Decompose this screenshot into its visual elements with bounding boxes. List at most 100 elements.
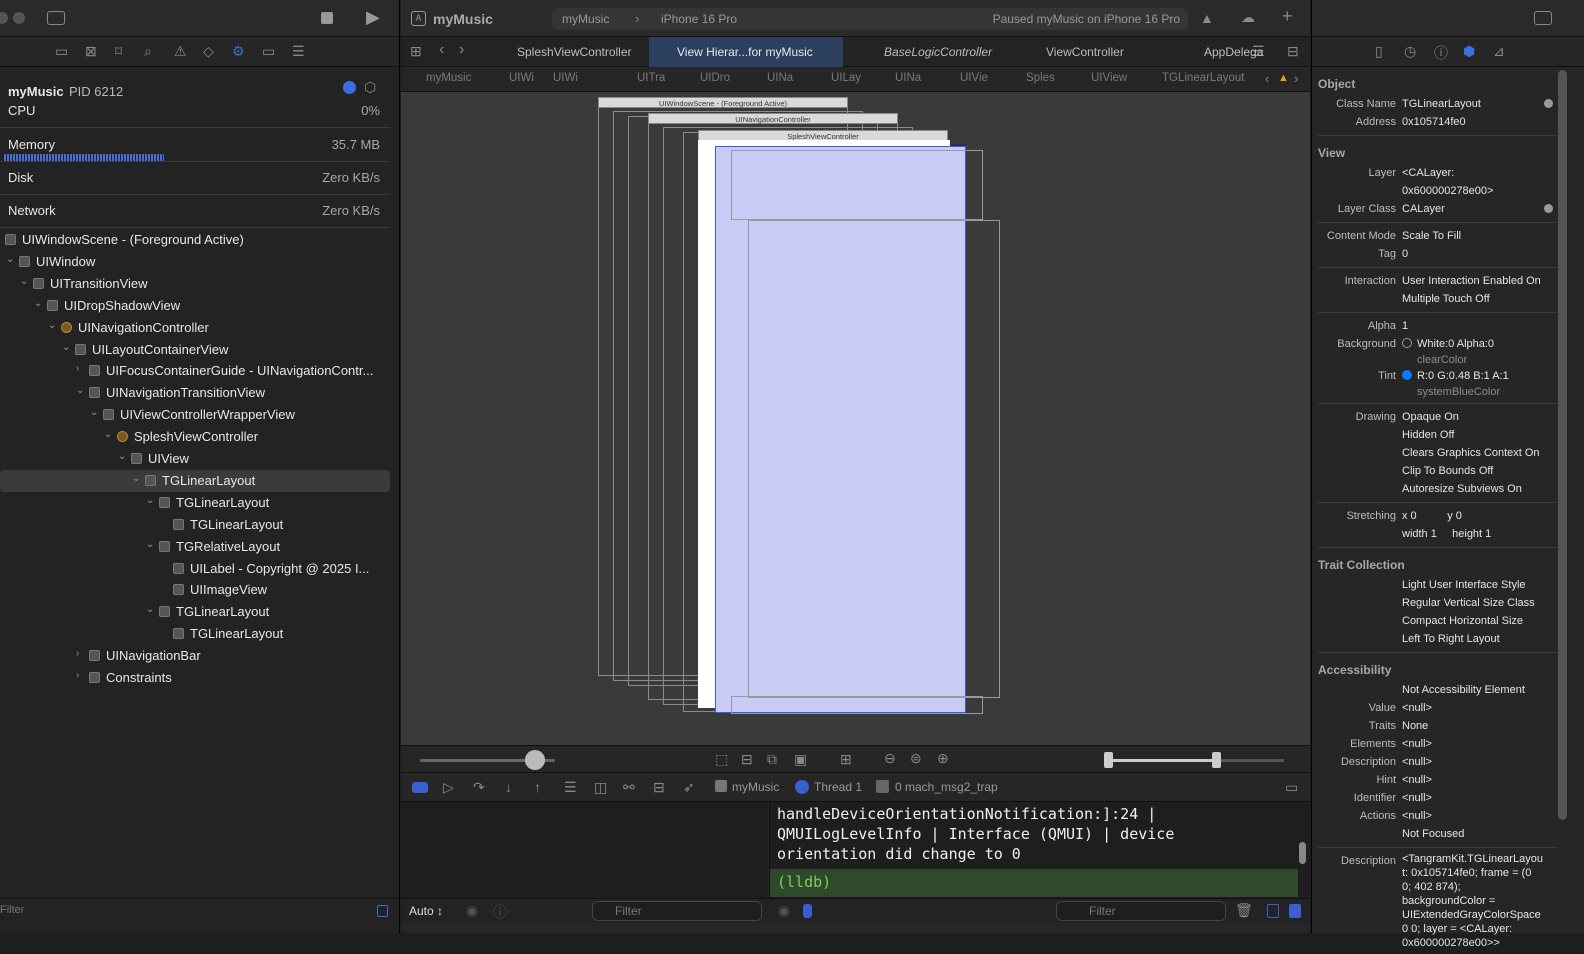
tree-row[interactable]: ⌄ UINavigationController: [0, 317, 390, 339]
chevron-down-icon[interactable]: ⌄: [146, 604, 154, 615]
breadcrumb-item[interactable]: UIVie: [960, 72, 988, 84]
tint-color-swatch[interactable]: [1402, 370, 1412, 380]
breadcrumb-item[interactable]: UIView: [1091, 72, 1127, 84]
tree-row[interactable]: ⌄ UINavigationTransitionView: [0, 382, 390, 404]
chevron-down-icon[interactable]: ⌄: [146, 539, 154, 550]
hide-debug-area-icon[interactable]: ▭: [1285, 779, 1298, 796]
info-icon[interactable]: [343, 81, 356, 94]
memory-gauge[interactable]: Memory 35.7 MB: [0, 130, 390, 162]
inspector-scrollbar[interactable]: [1558, 70, 1567, 820]
chevron-down-icon[interactable]: ⌄: [90, 407, 98, 418]
breadcrumb-item[interactable]: UILay: [831, 72, 861, 84]
process-crumb[interactable]: myMusic: [732, 780, 779, 794]
breadcrumb-item[interactable]: Sples: [1026, 72, 1055, 84]
row-value[interactable]: White:0 Alpha:0 clearColor: [1402, 335, 1557, 367]
next-issue-icon[interactable]: ›: [1294, 71, 1298, 86]
view-mode-icon[interactable]: ⧉: [767, 751, 777, 768]
tree-row[interactable]: › Constraints: [0, 667, 390, 689]
go-to-arrow-icon[interactable]: [1544, 99, 1553, 108]
tree-row[interactable]: ⌄ SpleshViewController: [0, 426, 390, 448]
breakpoints-toggle-icon[interactable]: [412, 782, 428, 793]
row-value[interactable]: 0x105714fe0: [1402, 113, 1557, 131]
previous-issue-icon[interactable]: ‹: [1265, 71, 1269, 86]
appearance-icon[interactable]: ☁: [1241, 9, 1255, 26]
run-icon[interactable]: ▶: [366, 7, 380, 28]
clip-content-icon[interactable]: ⬚: [715, 751, 728, 768]
search-icon[interactable]: ⌕: [144, 43, 152, 60]
tree-row[interactable]: ⌄ TGLinearLayout: [0, 601, 390, 623]
lldb-prompt-line[interactable]: (lldb): [770, 869, 1298, 897]
view-debugger-canvas[interactable]: UIWindowScene - (Foreground Active) UINa…: [401, 92, 1310, 745]
row-value[interactable]: <CALayer: 0x600000278e00>: [1402, 164, 1557, 200]
cube-icon[interactable]: ⬡: [364, 79, 376, 96]
scene-header[interactable]: UIWindowScene - (Foreground Active): [598, 97, 848, 108]
variables-scope-select[interactable]: Auto ↕: [409, 904, 443, 918]
zoom-reset-icon[interactable]: ⊜: [910, 750, 922, 767]
info-icon[interactable]: ⓘ: [493, 902, 507, 922]
row-value[interactable]: <null>: [1402, 807, 1557, 825]
chevron-down-icon[interactable]: ⌄: [132, 473, 140, 484]
row-value[interactable]: <null>: [1402, 699, 1557, 717]
row-value[interactable]: None: [1402, 717, 1557, 735]
row-value[interactable]: CALayer: [1402, 200, 1557, 218]
row-value[interactable]: TGLinearLayout: [1402, 95, 1557, 113]
debug-view-hierarchy-icon[interactable]: ☰: [564, 779, 577, 796]
file-icon[interactable]: ▯: [1375, 43, 1383, 60]
variables-filter-input[interactable]: Filter: [592, 901, 762, 921]
variables-view[interactable]: [401, 802, 768, 898]
warning-icon[interactable]: ▲: [1278, 72, 1289, 84]
breadcrumb-item[interactable]: UIWi: [509, 72, 534, 84]
row-value[interactable]: Opaque On Hidden Off Clears Graphics Conte…: [1402, 408, 1557, 498]
row-value[interactable]: User Interaction Enabled On Multiple Touc…: [1402, 272, 1557, 308]
size-inspector-icon[interactable]: ⊿: [1493, 43, 1505, 60]
orient-icon[interactable]: ⊞: [840, 751, 852, 768]
window-button[interactable]: [0, 12, 8, 24]
chevron-down-icon[interactable]: ⌄: [118, 451, 126, 462]
eye-icon[interactable]: ◉: [466, 902, 478, 919]
clear-color-swatch[interactable]: [1402, 338, 1412, 348]
show-variables-icon[interactable]: [1267, 904, 1279, 918]
device-selector[interactable]: iPhone 16 Pro: [661, 12, 737, 26]
location-icon[interactable]: ➶: [683, 779, 695, 796]
chevron-right-icon[interactable]: ›: [76, 670, 79, 681]
tree-row[interactable]: ⌄ TGRelativeLayout: [0, 536, 390, 558]
stop-icon[interactable]: [321, 12, 333, 24]
filter-input[interactable]: Filter: [0, 904, 24, 916]
scheme-selector[interactable]: myMusic: [562, 12, 609, 26]
tree-row[interactable]: UILabel - Copyright @ 2025 I...: [0, 558, 390, 580]
console-view[interactable]: handleDeviceOrientationNotification:]:24…: [769, 802, 1310, 898]
row-value[interactable]: Scale To Fill: [1402, 227, 1557, 245]
chevron-down-icon[interactable]: ⌄: [62, 342, 70, 353]
tree-row[interactable]: ⌄ TGLinearLayout: [0, 492, 390, 514]
console-options-icon[interactable]: [803, 904, 812, 918]
chevron-down-icon[interactable]: ⌄: [6, 254, 14, 265]
chevron-down-icon[interactable]: ⌄: [104, 429, 112, 440]
back-icon[interactable]: ‹: [439, 41, 444, 59]
breadcrumb-item[interactable]: myMusic: [426, 72, 471, 84]
sidebar-toggle-icon[interactable]: [47, 11, 65, 25]
chevron-down-icon[interactable]: ⌄: [34, 298, 42, 309]
layers-icon[interactable]: ▣: [794, 751, 807, 768]
child-layer-outline[interactable]: [731, 150, 983, 220]
breadcrumb-item[interactable]: UIWi: [553, 72, 578, 84]
go-to-arrow-icon[interactable]: [1544, 204, 1553, 213]
step-out-icon[interactable]: ↑: [534, 779, 541, 795]
filter-options-icon[interactable]: [377, 905, 388, 917]
frame-crumb[interactable]: 0 mach_msg2_trap: [895, 780, 998, 794]
nav-controller-header[interactable]: UINavigationController: [648, 113, 898, 124]
tree-row[interactable]: UIWindowScene - (Foreground Active): [0, 229, 390, 251]
tree-row[interactable]: ⌄ TGLinearLayout: [0, 469, 390, 492]
range-low-handle[interactable]: [1104, 752, 1113, 768]
tab-viewcontroller[interactable]: ViewController: [1018, 37, 1176, 67]
breadcrumb-item[interactable]: UINa: [767, 72, 793, 84]
row-value[interactable]: <TangramKit.TGLinearLayou t: 0x105714fe0;…: [1402, 852, 1557, 950]
row-value[interactable]: <null>: [1402, 753, 1557, 771]
activity-view[interactable]: myMusic › iPhone 16 Pro Paused myMusic o…: [552, 8, 1188, 30]
spacing-slider-thumb[interactable]: [524, 750, 545, 770]
console-scrollbar[interactable]: [1299, 842, 1306, 864]
row-value[interactable]: <null>: [1402, 771, 1557, 789]
split-editor-icon[interactable]: ⊟: [1287, 43, 1299, 60]
help-icon[interactable]: ⓘ: [1434, 43, 1448, 63]
breadcrumb-item[interactable]: TGLinearLayout: [1162, 72, 1244, 84]
row-value[interactable]: 0: [1402, 245, 1557, 263]
